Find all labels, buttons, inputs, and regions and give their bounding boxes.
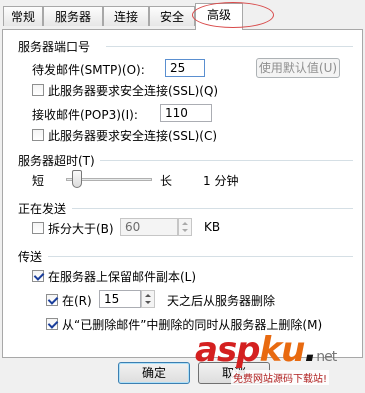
smtp-ssl-checkbox[interactable] [32, 84, 44, 96]
remove-deleted-checkbox[interactable] [46, 318, 58, 330]
ports-group-title: 服务器端口号 [18, 40, 91, 54]
remove-days-spinner[interactable] [141, 290, 155, 308]
delivery-separator [48, 256, 353, 257]
split-label: 拆分大于(B) [48, 222, 114, 236]
tab-general[interactable]: 常规 [3, 6, 43, 26]
tab-servers[interactable]: 服务器 [43, 6, 103, 26]
highlight-circle [192, 2, 274, 28]
tab-security[interactable]: 安全 [149, 6, 195, 26]
timeout-slider-thumb[interactable] [72, 170, 83, 188]
timeout-short-label: 短 [32, 174, 45, 188]
pop3-port-input[interactable]: 110 [160, 104, 212, 122]
split-size-spinner[interactable] [178, 218, 192, 236]
ok-button[interactable]: 确定 [118, 362, 190, 384]
split-size-input[interactable]: 60 [120, 218, 178, 236]
remove-days-input[interactable]: 15 [99, 290, 141, 308]
sending-group-title: 正在发送 [18, 202, 67, 216]
smtp-port-input[interactable]: 25 [165, 59, 205, 77]
smtp-label: 待发邮件(SMTP)(O): [32, 63, 145, 77]
tab-strip: 常规 服务器 连接 安全 高级 [0, 0, 365, 30]
site-watermark: aspku.net 免费网站源码下载站! [195, 330, 337, 385]
timeout-long-label: 长 [160, 174, 173, 188]
pop3-ssl-label: 此服务器要求安全连接(SSL)(C) [48, 129, 218, 143]
tab-connection[interactable]: 连接 [103, 6, 149, 26]
ports-separator [106, 46, 353, 47]
remove-after-prefix: 在(R) [62, 294, 92, 308]
keep-copy-label: 在服务器上保留邮件副本(L) [48, 270, 197, 284]
sending-separator [72, 208, 353, 209]
smtp-ssl-label: 此服务器要求安全连接(SSL)(Q) [48, 84, 219, 98]
timeout-separator [100, 160, 353, 161]
remove-after-checkbox[interactable] [46, 294, 58, 306]
delivery-group-title: 传送 [18, 250, 43, 264]
split-unit: KB [204, 220, 221, 234]
use-default-button[interactable]: 使用默认值(U) [256, 58, 340, 78]
watermark-subtitle: 免费网站源码下载站! [231, 370, 330, 385]
keep-copy-checkbox[interactable] [32, 270, 44, 282]
pop3-label: 接收邮件(POP3)(I): [32, 108, 138, 122]
timeout-value: 1 分钟 [203, 174, 239, 188]
remove-after-suffix: 天之后从服务器删除 [167, 294, 276, 308]
pop3-ssl-checkbox[interactable] [32, 129, 44, 141]
timeout-group-title: 服务器超时(T) [18, 154, 95, 168]
split-checkbox[interactable] [32, 222, 44, 234]
